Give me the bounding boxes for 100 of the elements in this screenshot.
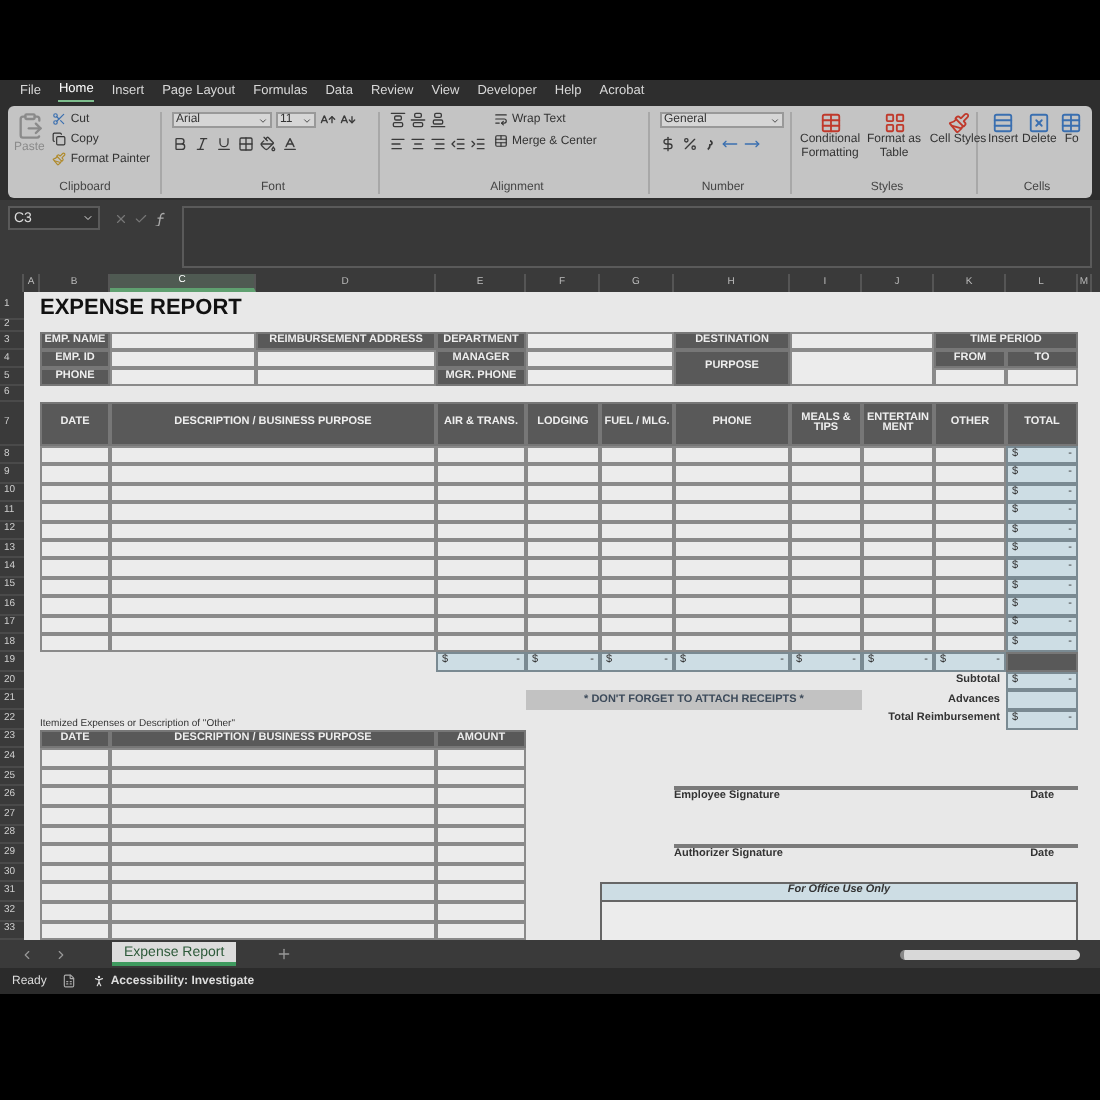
font-color-icon[interactable] [282,136,298,152]
table-grid-icon [883,112,905,134]
table-cell [934,596,1006,616]
dropdown-caret-icon [258,115,268,125]
table-cell [526,464,600,484]
table-cell [526,446,600,465]
table-cell [436,902,526,922]
table-cell [934,502,1006,522]
table-cell [436,882,526,903]
decrease-font-icon[interactable] [340,112,356,128]
dropdown-caret-icon [82,212,94,224]
table-cell [436,558,526,578]
decrease-decimal-icon[interactable] [744,136,760,152]
table-cell [674,502,790,522]
table-cell [40,902,110,922]
table-cell [436,502,526,522]
table-cell [600,464,674,484]
horizontal-scrollbar[interactable] [900,949,1080,959]
accessibility-icon [92,974,107,988]
copy-icon [52,132,67,146]
indent-increase-icon[interactable] [470,136,486,152]
table-cell [40,464,110,484]
table-cell [40,558,110,578]
increase-font-icon[interactable] [320,112,336,128]
align-middle-icon[interactable] [410,112,426,128]
table-cell [40,786,110,807]
table-cell [862,502,934,522]
table-cell [600,446,674,465]
clipboard-icon [15,112,44,140]
table-highlight-icon [819,112,841,134]
table-cell [40,596,110,616]
table-cell [934,446,1006,465]
cancel-icon[interactable] [114,211,128,225]
comma-style-icon[interactable] [704,136,716,152]
table-cell [526,596,600,616]
dropdown-caret-icon [302,115,312,125]
table-icon [1060,112,1083,134]
table-cell [862,596,934,616]
table-cell [40,806,110,826]
input-field [934,368,1006,386]
paintbrush-icon [947,112,969,134]
input-field [1006,368,1078,386]
borders-icon[interactable] [238,136,254,152]
align-left-icon[interactable] [390,136,406,152]
enter-icon[interactable] [134,211,148,225]
table-cell [40,446,110,465]
table-cell [40,844,110,864]
table-cell [436,863,526,883]
table-cell [436,844,526,864]
table-cell [40,825,110,845]
table-cell [436,825,526,845]
dropdown-caret-icon [770,115,780,125]
wrap-text-icon [494,112,508,126]
table-cell [526,558,600,578]
table-cell [934,464,1006,484]
table-cell [436,464,526,484]
table-cell [600,558,674,578]
table-cell [790,502,862,522]
align-center-icon[interactable] [410,136,426,152]
indent-decrease-icon[interactable] [450,136,466,152]
table-cell [862,464,934,484]
align-right-icon[interactable] [430,136,446,152]
italic-icon[interactable] [194,136,210,152]
table-cell [934,558,1006,578]
total-cell [1006,652,1078,672]
percent-icon[interactable] [682,136,698,152]
table-cell [790,446,862,465]
table-cell [40,767,110,787]
table-cell [40,502,110,522]
currency-icon[interactable] [660,136,676,152]
formula-input[interactable] [182,206,1092,268]
table-cell [436,767,526,787]
scroll-right-icon[interactable] [54,947,68,961]
add-sheet-icon[interactable] [276,946,293,962]
table-cell [790,464,862,484]
paintbrush-icon [52,152,67,166]
fill-color-icon[interactable] [260,136,276,152]
table-cell [40,882,110,903]
table-cell [40,863,110,883]
table-cell [790,596,862,616]
underline-icon[interactable] [216,136,232,152]
delete-box-icon [1028,112,1051,134]
table-cell [436,786,526,807]
table-cell [862,446,934,465]
function-icon[interactable] [154,211,168,225]
table-cell [436,806,526,826]
input-field [790,350,934,386]
table-cell [436,748,526,768]
table-cell [674,446,790,465]
scroll-left-icon[interactable] [20,947,34,961]
table-cell [436,446,526,465]
table-cell [674,596,790,616]
align-top-icon[interactable] [390,112,406,128]
table-cell [436,596,526,616]
table-cell [862,558,934,578]
align-bottom-icon[interactable] [430,112,446,128]
increase-decimal-icon[interactable] [722,136,738,152]
merge-cells-icon [494,134,508,148]
bold-icon[interactable] [172,136,188,152]
sheet-icon[interactable] [62,974,77,988]
